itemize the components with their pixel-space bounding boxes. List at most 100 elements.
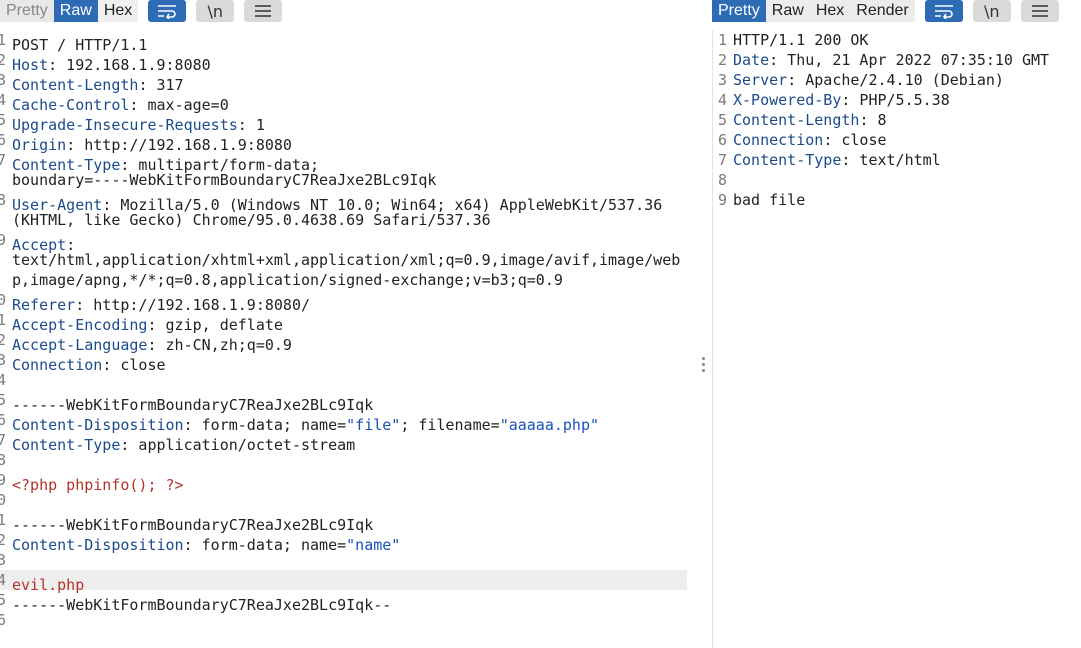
- code-line[interactable]: 8 User-Agent: Mozilla/5.0 (Windows NT 10.…: [0, 190, 700, 214]
- code-line[interactable]: 10Referer: http://192.168.1.9:8080/: [0, 290, 700, 314]
- line-number: 1: [717, 31, 727, 49]
- tab-pretty[interactable]: Pretty: [0, 0, 54, 22]
- token: boundary=----WebKitFormBoundaryC7ReaJxe2…: [12, 171, 437, 189]
- header-name: Content-Length: [733, 111, 860, 129]
- line-text: Content-Length: 8: [727, 110, 887, 130]
- tab-hex[interactable]: Hex: [97, 0, 139, 22]
- line-text: bad file: [727, 190, 805, 210]
- code-line[interactable]: p,image/apng,*/*;q=0.8,application/signe…: [0, 270, 700, 290]
- header-name: Connection: [733, 131, 824, 149]
- line-number: 23: [0, 551, 6, 569]
- header-name: Server: [733, 71, 788, 89]
- code-line[interactable]: 9 bad file: [713, 190, 1081, 210]
- code-line[interactable]: 6 Connection: close: [713, 130, 1081, 150]
- code-line[interactable]: 25------WebKitFormBoundaryC7ReaJxe2BLc9I…: [0, 590, 700, 614]
- code-line[interactable]: 15------WebKitFormBoundaryC7ReaJxe2BLc9I…: [0, 390, 700, 414]
- code-line[interactable]: 14: [0, 370, 700, 390]
- code-line[interactable]: text/html,application/xhtml+xml,applicat…: [0, 250, 700, 270]
- line-number: 20: [0, 491, 6, 509]
- line-number: 8: [717, 171, 727, 189]
- tab-render[interactable]: Render: [850, 0, 915, 22]
- line-text: HTTP/1.1 200 OK: [727, 30, 868, 50]
- code-line[interactable]: 7 Content-Type: multipart/form-data;: [0, 150, 700, 174]
- newline-label: \n: [207, 1, 224, 21]
- drag-handle-icon[interactable]: [702, 357, 708, 375]
- line-text: Connection: close: [727, 130, 887, 150]
- line-number: 9: [717, 191, 727, 209]
- code-line[interactable]: 24evil.php: [0, 570, 687, 594]
- code-line[interactable]: 19<?php phpinfo(); ?>: [0, 470, 700, 494]
- code-line[interactable]: 18: [0, 450, 700, 470]
- request-toolbar: Pretty Raw Hex \n: [0, 0, 283, 22]
- line-number: 2: [717, 51, 727, 69]
- code-line[interactable]: 20: [0, 490, 700, 510]
- line-text: Content-Type: text/html: [727, 150, 941, 170]
- line-number: 26: [0, 611, 6, 629]
- code-line[interactable]: 16Content-Disposition: form-data; name="…: [0, 410, 700, 434]
- token: : PHP/5.5.38: [841, 91, 950, 109]
- line-number: 14: [0, 371, 6, 389]
- code-line[interactable]: 5 Content-Length: 8: [713, 110, 1081, 130]
- line-text: (KHTML, like Gecko) Chrome/95.0.4638.69 …: [6, 210, 491, 230]
- token: : Thu, 21 Apr 2022 07:35:10 GMT: [769, 51, 1050, 69]
- request-editor[interactable]: 1 POST / HTTP/1.1 2 Host: 192.168.1.9:8080 3…: [0, 30, 700, 648]
- line-number: 3: [717, 71, 727, 89]
- line-text: X-Powered-By: PHP/5.5.38: [727, 90, 950, 110]
- newline-label: \n: [983, 1, 1000, 21]
- newline-icon[interactable]: \n: [196, 0, 235, 22]
- code-line[interactable]: 2 Host: 192.168.1.9:8080: [0, 50, 700, 74]
- code-line[interactable]: 26: [0, 610, 700, 630]
- line-text: Date: Thu, 21 Apr 2022 07:35:10 GMT: [727, 50, 1049, 70]
- response-editor[interactable]: 1 HTTP/1.1 200 OK 2 Date: Thu, 21 Apr 2022 …: [712, 30, 1081, 648]
- code-line[interactable]: 1 POST / HTTP/1.1: [0, 30, 700, 54]
- token: : text/html: [841, 151, 941, 169]
- header-name: Content-Type: [733, 151, 842, 169]
- code-line[interactable]: 11Accept-Encoding: gzip, deflate: [0, 310, 700, 334]
- menu-icon[interactable]: [244, 0, 283, 22]
- code-line[interactable]: 6 Origin: http://192.168.1.9:8080: [0, 130, 700, 154]
- header-name: Date: [733, 51, 770, 69]
- tab-raw[interactable]: Raw: [53, 0, 98, 22]
- line-number: 7: [717, 151, 727, 169]
- code-line[interactable]: 22Content-Disposition: form-data; name="…: [0, 530, 700, 554]
- code-line[interactable]: 5 Upgrade-Insecure-Requests: 1: [0, 110, 700, 134]
- token: text/html,application/xhtml+xml,applicat…: [12, 251, 681, 269]
- line-number: 18: [0, 451, 6, 469]
- code-line[interactable]: 2 Date: Thu, 21 Apr 2022 07:35:10 GMT: [713, 50, 1081, 70]
- wrap-lines-icon[interactable]: [148, 0, 187, 22]
- code-line[interactable]: 9 Accept:: [0, 230, 700, 254]
- line-text: text/html,application/xhtml+xml,applicat…: [6, 250, 680, 270]
- code-line[interactable]: 23: [0, 550, 700, 570]
- response-toolbar: Pretty Raw Hex Render \n: [712, 0, 1059, 22]
- tab-hex[interactable]: Hex: [809, 0, 851, 22]
- token: (KHTML, like Gecko) Chrome/95.0.4638.69 …: [12, 211, 491, 229]
- token: : Apache/2.4.10 (Debian): [787, 71, 1004, 89]
- code-line[interactable]: 4 Cache-Control: max-age=0: [0, 90, 700, 114]
- tab-pretty[interactable]: Pretty: [712, 0, 766, 22]
- newline-icon[interactable]: \n: [972, 0, 1011, 22]
- token: HTTP/1.1 200 OK: [733, 31, 869, 49]
- code-line[interactable]: 7 Content-Type: text/html: [713, 150, 1081, 170]
- code-line[interactable]: 3 Content-Length: 317: [0, 70, 700, 94]
- menu-icon[interactable]: [1020, 0, 1059, 22]
- token: bad file: [733, 191, 806, 209]
- code-line[interactable]: (KHTML, like Gecko) Chrome/95.0.4638.69 …: [0, 210, 700, 230]
- code-line[interactable]: 4 X-Powered-By: PHP/5.5.38: [713, 90, 1081, 110]
- tab-raw[interactable]: Raw: [765, 0, 810, 22]
- line-number: 4: [717, 91, 727, 109]
- line-text: Server: Apache/2.4.10 (Debian): [727, 70, 1004, 90]
- line-text: p,image/apng,*/*;q=0.8,application/signe…: [6, 270, 563, 290]
- line-text: boundary=----WebKitFormBoundaryC7ReaJxe2…: [6, 170, 436, 190]
- code-line[interactable]: 8: [713, 170, 1081, 190]
- code-line[interactable]: 21------WebKitFormBoundaryC7ReaJxe2BLc9I…: [0, 510, 700, 534]
- code-line[interactable]: 3 Server: Apache/2.4.10 (Debian): [713, 70, 1081, 90]
- code-line[interactable]: 12Accept-Language: zh-CN,zh;q=0.9: [0, 330, 700, 354]
- token: : close: [823, 131, 887, 149]
- code-line[interactable]: 1 HTTP/1.1 200 OK: [713, 30, 1081, 50]
- code-line[interactable]: 13Connection: close: [0, 350, 700, 374]
- wrap-lines-icon[interactable]: [924, 0, 963, 22]
- pane-divider[interactable]: [700, 30, 712, 648]
- code-line[interactable]: 17Content-Type: application/octet-stream: [0, 430, 700, 454]
- code-line[interactable]: boundary=----WebKitFormBoundaryC7ReaJxe2…: [0, 170, 700, 190]
- line-number: 5: [717, 111, 727, 129]
